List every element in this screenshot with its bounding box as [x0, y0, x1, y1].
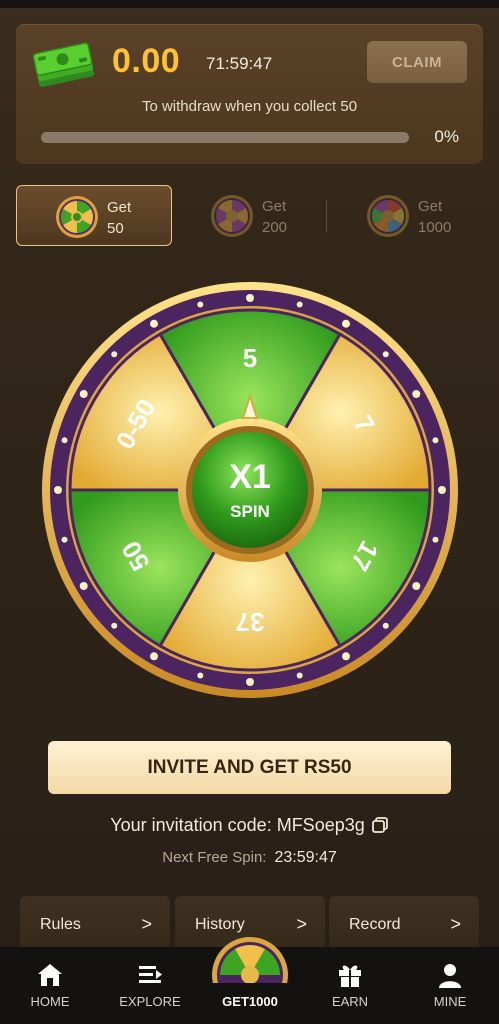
- invitation-code-text: Your invitation code: MFSoep3g: [110, 815, 365, 835]
- tier-tab-1000[interactable]: Get 1000: [328, 185, 484, 246]
- nav-mine[interactable]: MINE: [400, 947, 499, 1024]
- wheel-bulb: [197, 301, 204, 308]
- nav-get1000-label: GET1000: [222, 994, 278, 1009]
- claim-button[interactable]: CLAIM: [367, 41, 467, 83]
- wheel-bulb: [150, 652, 158, 661]
- wheel-bulb: [61, 536, 68, 543]
- next-spin-time: 23:59:47: [274, 849, 337, 866]
- reward-card: 0.00 71:59:47 CLAIM To withdraw when you…: [16, 24, 483, 164]
- tier-value: 1000: [418, 219, 452, 236]
- cash-stack-icon: [32, 42, 95, 87]
- wheel-bulb: [342, 319, 350, 328]
- rules-label: Rules: [40, 916, 81, 933]
- tier-divider: [326, 199, 327, 233]
- next-free-spin: Next Free Spin: 23:59:47: [0, 849, 499, 867]
- invitation-code-row: Your invitation code: MFSoep3g: [0, 815, 499, 836]
- wheel-bulb: [342, 652, 350, 661]
- tier-label: Get: [262, 198, 287, 215]
- reward-progress-bar: [41, 132, 409, 143]
- record-link[interactable]: Record >: [329, 896, 479, 951]
- balance-amount: 0.00: [112, 42, 181, 80]
- tier-label: Get: [418, 198, 443, 215]
- wheel-segment-label: 5: [243, 343, 257, 373]
- record-label: Record: [349, 916, 401, 933]
- user-icon: [439, 964, 461, 988]
- wheel-bulb: [382, 351, 389, 358]
- gift-icon: [339, 965, 361, 987]
- purple-wheel-icon: [211, 195, 253, 237]
- wheel-bulb: [246, 678, 254, 686]
- rainbow-wheel-icon: [367, 195, 409, 237]
- reward-progress-percent: 0%: [434, 127, 459, 146]
- wheel-bulb: [61, 437, 68, 444]
- home-icon: [38, 964, 62, 986]
- wheel-bulb: [54, 486, 62, 494]
- wheel-bulb: [111, 351, 118, 358]
- tier-tab-200[interactable]: Get 200: [172, 185, 328, 246]
- wheel-bulb: [150, 319, 158, 328]
- wheel-bulb: [438, 486, 446, 494]
- tier-value: 50: [107, 220, 124, 237]
- tier-label: Get: [107, 199, 132, 216]
- prize-wheel-graphic: 571737500-50 X1 SPIN: [42, 282, 458, 698]
- wheel-bulb: [111, 622, 118, 629]
- wheel-bulb: [296, 301, 303, 308]
- invite-button[interactable]: INVITE AND GET RS50: [48, 741, 451, 794]
- withdraw-note: To withdraw when you collect 50: [141, 98, 358, 115]
- spin-multiplier: X1: [229, 458, 271, 496]
- wheel-bulb: [432, 536, 439, 543]
- wheel-bulb: [412, 390, 421, 398]
- chevron-right-icon: >: [450, 914, 461, 934]
- tier-value: 200: [262, 219, 288, 236]
- wheel-bulb: [197, 672, 204, 679]
- status-strip: [0, 0, 499, 8]
- spin-label: SPIN: [230, 502, 270, 521]
- green-wheel-icon: [56, 196, 98, 238]
- nav-earn-label: EARN: [331, 994, 369, 1009]
- wheel-segment-label: 37: [236, 607, 265, 637]
- copy-icon[interactable]: [371, 816, 389, 834]
- wheel-bulb: [432, 437, 439, 444]
- history-label: History: [195, 916, 245, 933]
- nav-home-label: HOME: [30, 994, 70, 1009]
- wheel-bulb: [79, 390, 88, 398]
- nav-mine-label: MINE: [433, 994, 467, 1009]
- nav-earn[interactable]: EARN: [300, 947, 400, 1024]
- wheel-bulb: [79, 582, 88, 590]
- tier-tabs: Get 50 Get 200 Get 1000: [16, 185, 483, 247]
- rules-link[interactable]: Rules >: [20, 896, 170, 951]
- wheel-bulb: [412, 582, 421, 590]
- nav-explore[interactable]: EXPLORE: [100, 947, 200, 1024]
- prize-wheel: 5 7 17 37 50 0-50 X1 SPIN: [40, 280, 460, 700]
- wheel-bulb: [246, 294, 254, 302]
- tier-tab-50[interactable]: Get 50: [16, 185, 172, 246]
- chevron-right-icon: >: [141, 914, 152, 934]
- nav-home[interactable]: HOME: [0, 947, 100, 1024]
- nav-explore-label: EXPLORE: [119, 994, 181, 1009]
- explore-icon: [139, 966, 162, 983]
- wheel-bulb: [382, 622, 389, 629]
- next-spin-label: Next Free Spin:: [162, 849, 267, 866]
- wheel-icon: [212, 937, 288, 983]
- chevron-right-icon: >: [296, 914, 307, 934]
- wheel-bulb: [296, 672, 303, 679]
- reward-timer: 71:59:47: [206, 54, 273, 73]
